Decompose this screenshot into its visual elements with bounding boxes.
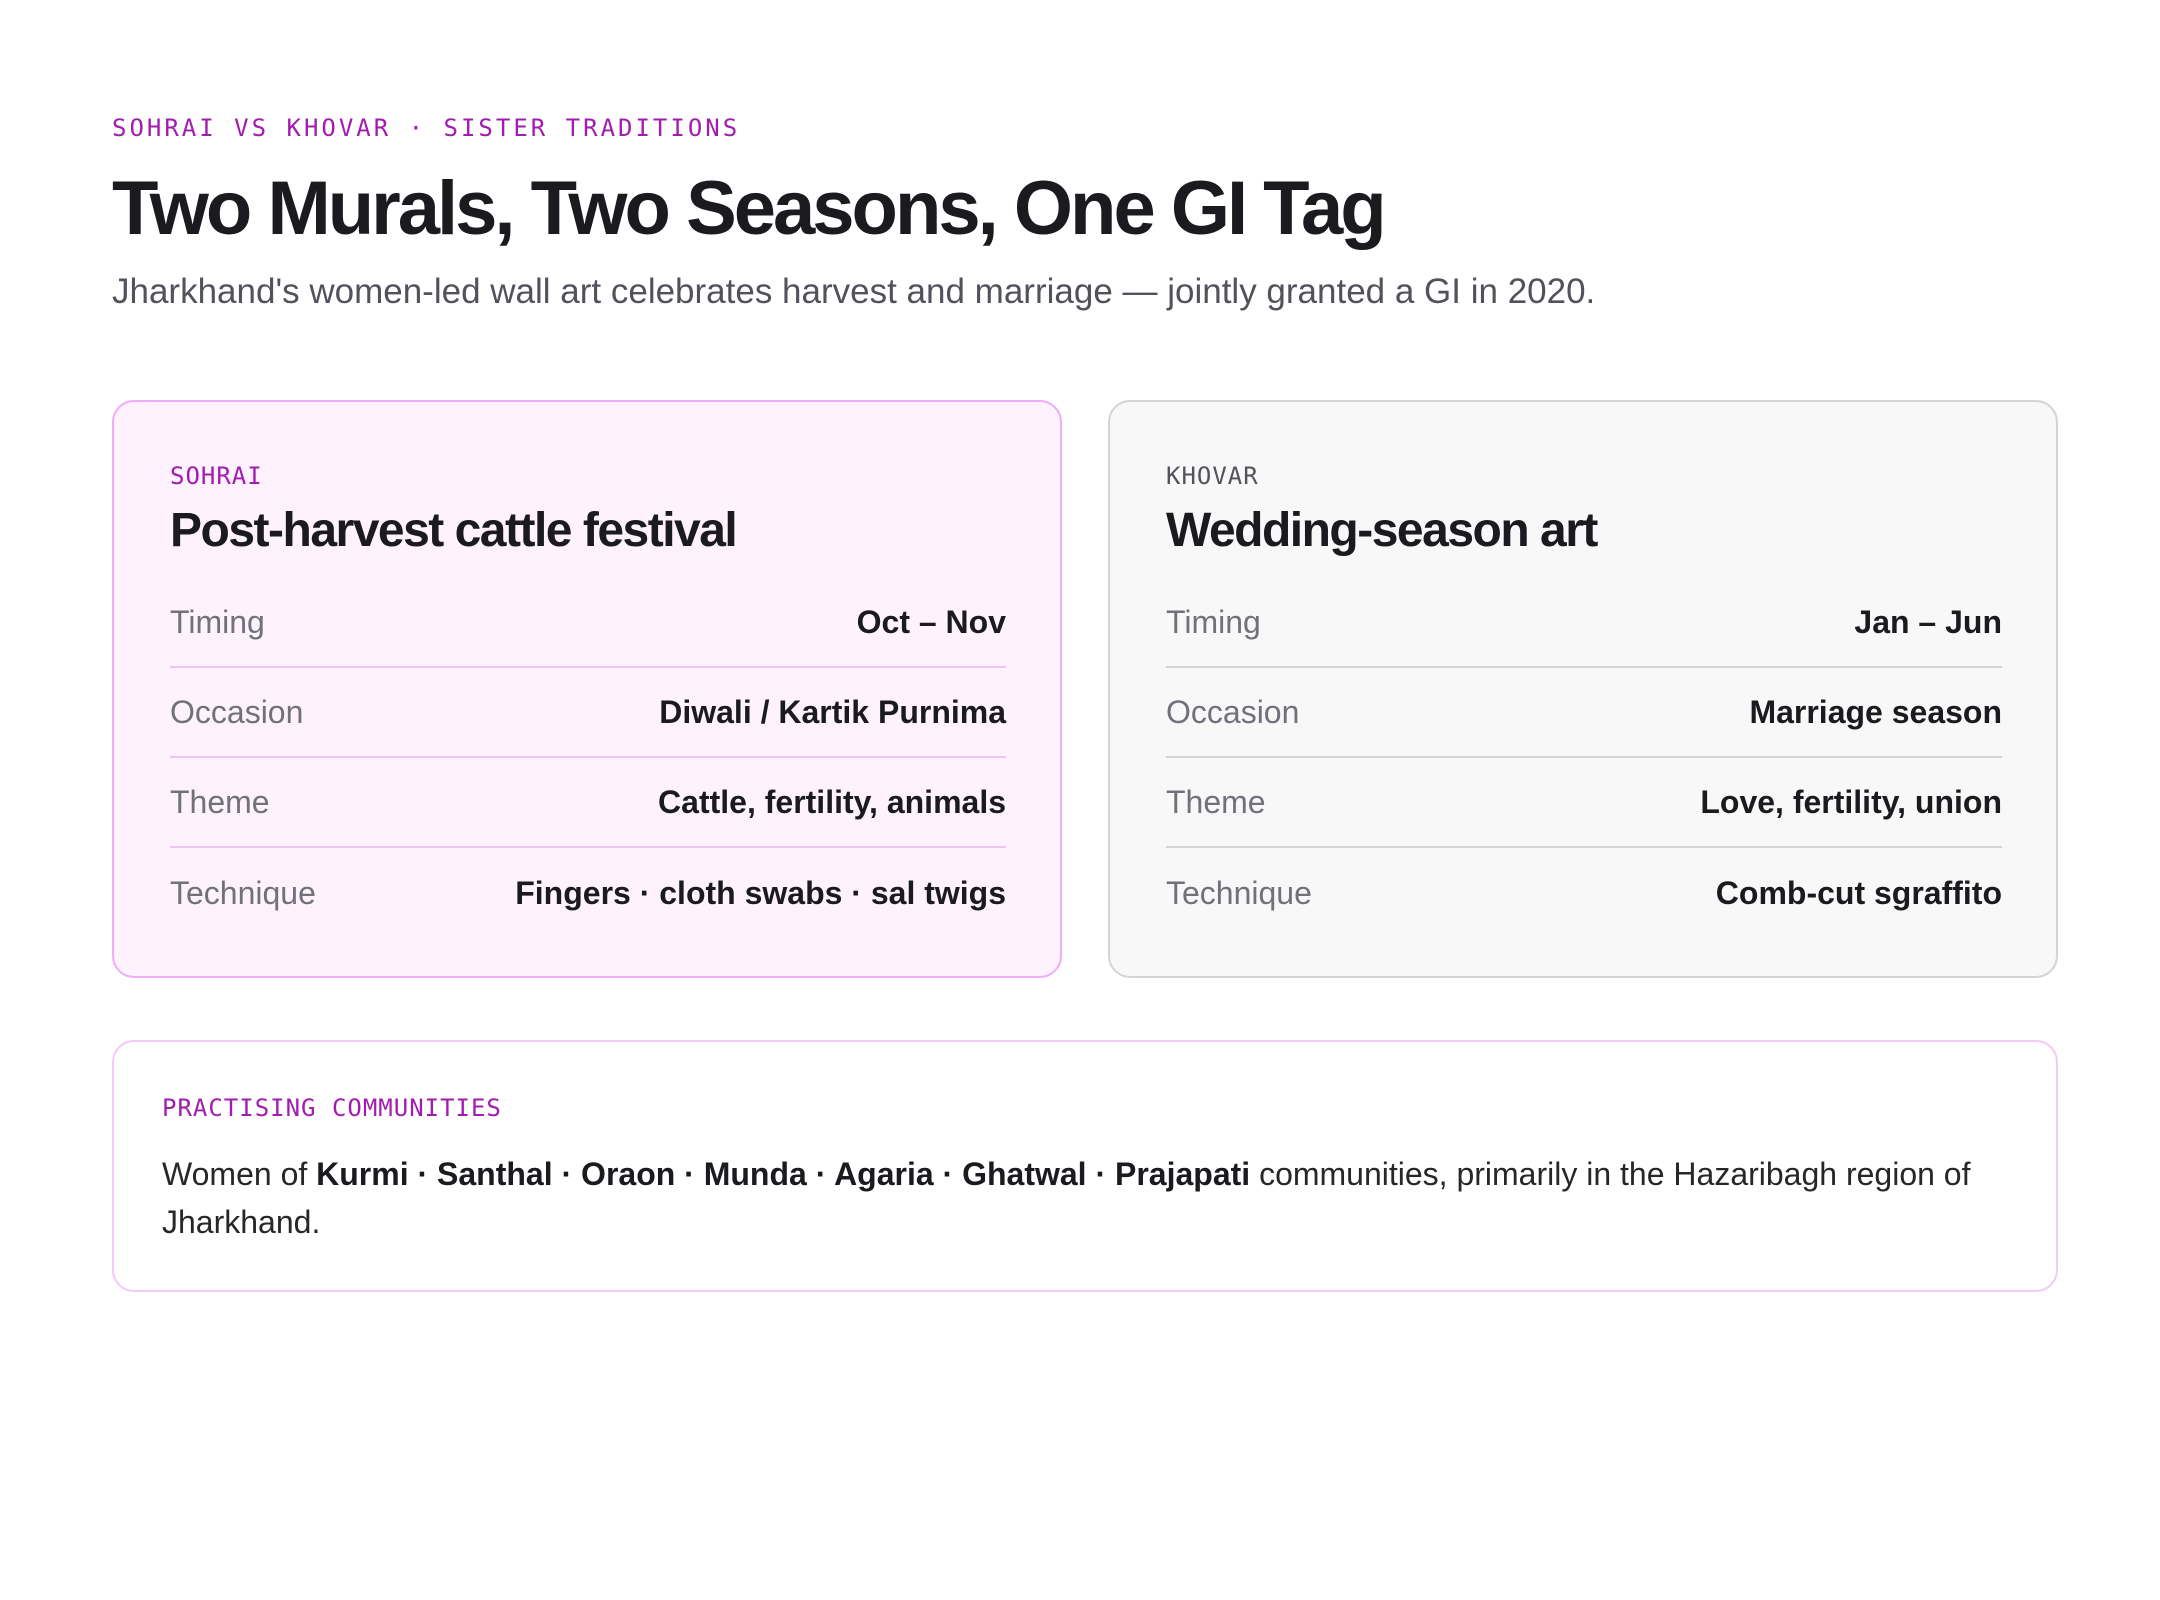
attribute-value: Oct – Nov <box>856 603 1006 640</box>
attribute-row-timing: Timing Oct – Nov <box>170 578 1006 668</box>
attribute-key: Timing <box>1166 603 1261 640</box>
communities-names: Kurmi · Santhal · Oraon · Munda · Agaria… <box>316 1156 1251 1192</box>
sohrai-card: SOHRAI Post-harvest cattle festival Timi… <box>112 400 1062 978</box>
attribute-key: Technique <box>1166 874 1312 911</box>
attribute-value: Fingers · cloth swabs · sal twigs <box>515 874 1006 911</box>
attribute-value: Marriage season <box>1749 693 2002 730</box>
attribute-row-timing: Timing Jan – Jun <box>1166 578 2002 668</box>
attribute-list: Timing Jan – Jun Occasion Marriage seaso… <box>1166 578 2002 938</box>
attribute-row-theme: Theme Cattle, fertility, animals <box>170 758 1006 848</box>
attribute-key: Occasion <box>170 693 304 730</box>
card-label: KHOVAR <box>1166 462 1259 490</box>
card-title: Post-harvest cattle festival <box>170 504 738 557</box>
attribute-row-technique: Technique Fingers · cloth swabs · sal tw… <box>170 848 1006 938</box>
eyebrow-label: SOHRAI VS KHOVAR · SISTER TRADITIONS <box>112 114 741 142</box>
page: SOHRAI VS KHOVAR · SISTER TRADITIONS Two… <box>112 0 2062 1600</box>
attribute-value: Comb-cut sgraffito <box>1715 874 2002 911</box>
communities-prefix: Women of <box>162 1156 317 1192</box>
attribute-value: Love, fertility, union <box>1700 783 2002 820</box>
communities-text: Women of Kurmi · Santhal · Oraon · Munda… <box>162 1150 2012 1246</box>
attribute-value: Diwali / Kartik Purnima <box>659 693 1006 730</box>
attribute-key: Theme <box>170 783 270 820</box>
page-title: Two Murals, Two Seasons, One GI Tag <box>112 166 1387 251</box>
attribute-value: Cattle, fertility, animals <box>658 783 1006 820</box>
card-label: SOHRAI <box>170 462 263 490</box>
attribute-key: Theme <box>1166 783 1266 820</box>
khovar-card: KHOVAR Wedding-season art Timing Jan – J… <box>1108 400 2058 978</box>
attribute-key: Occasion <box>1166 693 1300 730</box>
attribute-key: Technique <box>170 874 316 911</box>
attribute-value: Jan – Jun <box>1854 603 2002 640</box>
attribute-row-theme: Theme Love, fertility, union <box>1166 758 2002 848</box>
attribute-list: Timing Oct – Nov Occasion Diwali / Karti… <box>170 578 1006 938</box>
page-subtitle: Jharkhand's women-led wall art celebrate… <box>112 272 1596 311</box>
attribute-key: Timing <box>170 603 265 640</box>
communities-label: PRACTISING COMMUNITIES <box>162 1094 502 1122</box>
attribute-row-technique: Technique Comb-cut sgraffito <box>1166 848 2002 938</box>
communities-panel: PRACTISING COMMUNITIES Women of Kurmi · … <box>112 1040 2058 1292</box>
attribute-row-occasion: Occasion Marriage season <box>1166 668 2002 758</box>
attribute-row-occasion: Occasion Diwali / Kartik Purnima <box>170 668 1006 758</box>
card-title: Wedding-season art <box>1166 504 1598 557</box>
